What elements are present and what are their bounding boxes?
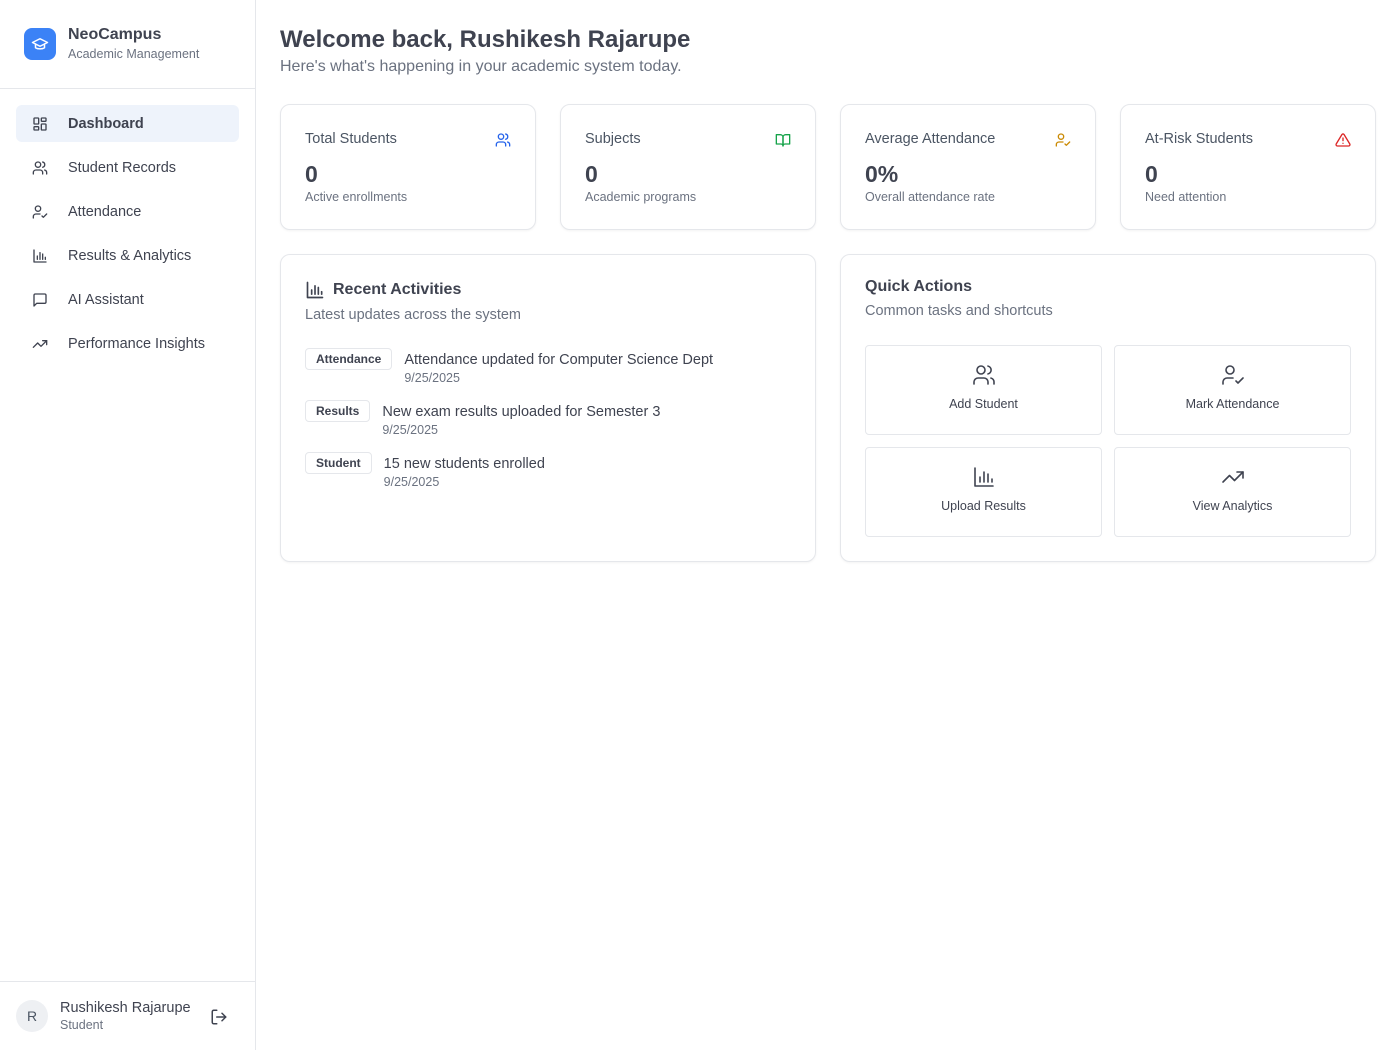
recent-activities-panel: Recent Activities Latest updates across … <box>280 254 816 562</box>
panel-subtitle: Common tasks and shortcuts <box>865 303 1053 319</box>
sidebar-nav: Dashboard Student Records Attendance Res… <box>0 89 255 385</box>
sidebar-item-label: Attendance <box>68 203 142 220</box>
brand-subtitle: Academic Management <box>68 47 200 61</box>
stat-value: 0 <box>1145 161 1158 187</box>
sidebar-item-label: Performance Insights <box>68 335 206 352</box>
button-label: Mark Attendance <box>1185 397 1280 411</box>
activity-badge: Student <box>305 452 372 474</box>
user-check-icon <box>1055 133 1071 147</box>
sidebar-item-performance-insights[interactable]: Performance Insights <box>16 325 239 362</box>
activity-text: New exam results uploaded for Semester 3 <box>382 404 661 420</box>
activity-date: 9/25/2025 <box>404 371 460 385</box>
stat-label: Total Students <box>305 131 397 147</box>
user-profile: R Rushikesh Rajarupe Student <box>0 981 255 1050</box>
stat-desc: Academic programs <box>585 190 697 204</box>
sidebar-item-label: AI Assistant <box>68 291 144 308</box>
book-open-icon <box>775 134 791 147</box>
list-item: Student 15 new students enrolled 9/25/20… <box>305 452 545 490</box>
stat-desc: Overall attendance rate <box>865 190 995 204</box>
sidebar-item-label: Dashboard <box>68 115 144 132</box>
page-subtitle: Here's what's happening in your academic… <box>280 58 682 75</box>
upload-results-button[interactable]: Upload Results <box>865 447 1102 537</box>
mark-attendance-button[interactable]: Mark Attendance <box>1114 345 1351 435</box>
stat-card-total-students: Total Students 0 Active enrollments <box>280 104 536 230</box>
panel-title: Quick Actions <box>865 278 972 295</box>
logout-icon[interactable] <box>210 1008 228 1026</box>
page-title: Welcome back, Rushikesh Rajarupe <box>280 26 691 53</box>
button-label: Upload Results <box>941 499 1026 513</box>
button-label: View Analytics <box>1192 499 1273 513</box>
activity-text: 15 new students enrolled <box>383 456 545 472</box>
message-square-icon <box>33 292 47 307</box>
user-name: Rushikesh Rajarupe <box>60 999 191 1016</box>
activity-badge: Results <box>305 400 371 422</box>
alert-triangle-icon <box>1335 133 1351 147</box>
trending-up-icon <box>1221 471 1244 483</box>
list-item: Results New exam results uploaded for Se… <box>305 400 661 438</box>
user-check-icon <box>32 204 48 219</box>
avatar: R <box>16 1000 48 1032</box>
graduation-cap-icon <box>24 28 56 60</box>
users-icon <box>32 160 48 175</box>
stat-label: At-Risk Students <box>1145 131 1253 147</box>
stat-card-average-attendance: Average Attendance 0% Overall attendance… <box>840 104 1096 230</box>
bar-chart-icon <box>973 467 994 487</box>
stat-desc: Need attention <box>1145 190 1227 204</box>
sidebar-item-student-records[interactable]: Student Records <box>16 149 239 186</box>
users-icon <box>495 133 511 147</box>
brand: NeoCampus Academic Management <box>0 0 255 89</box>
brand-name: NeoCampus <box>68 26 162 43</box>
stat-card-subjects: Subjects 0 Academic programs <box>560 104 816 230</box>
activity-text: Attendance updated for Computer Science … <box>404 352 714 368</box>
sidebar-item-dashboard[interactable]: Dashboard <box>16 105 239 142</box>
add-student-button[interactable]: Add Student <box>865 345 1102 435</box>
sidebar-item-results-analytics[interactable]: Results & Analytics <box>16 237 239 274</box>
stat-desc: Active enrollments <box>305 190 408 204</box>
activity-date: 9/25/2025 <box>382 423 438 437</box>
stat-card-at-risk-students: At-Risk Students 0 Need attention <box>1120 104 1376 230</box>
stat-value: 0% <box>865 161 899 187</box>
sidebar-item-label: Student Records <box>68 159 177 176</box>
stat-value: 0 <box>585 161 598 187</box>
button-label: Add Student <box>949 397 1018 411</box>
sidebar-item-attendance[interactable]: Attendance <box>16 193 239 230</box>
quick-actions-panel: Quick Actions Common tasks and shortcuts… <box>840 254 1376 562</box>
activity-date: 9/25/2025 <box>383 475 440 489</box>
view-analytics-button[interactable]: View Analytics <box>1114 447 1351 537</box>
dashboard-grid-icon <box>33 116 47 131</box>
trending-up-icon <box>32 339 48 348</box>
panel-title: Recent Activities <box>333 281 462 298</box>
bar-chart-icon <box>33 248 47 263</box>
user-role: Student <box>60 1017 104 1032</box>
sidebar-item-ai-assistant[interactable]: AI Assistant <box>16 281 239 318</box>
users-icon <box>972 365 995 385</box>
bar-chart-icon <box>306 281 324 299</box>
sidebar: NeoCampus Academic Management Dashboard … <box>0 0 256 1050</box>
activity-badge: Attendance <box>305 348 393 370</box>
user-check-icon <box>1221 365 1244 385</box>
panel-subtitle: Latest updates across the system <box>305 307 521 323</box>
stat-label: Subjects <box>585 131 641 147</box>
stat-label: Average Attendance <box>865 131 996 147</box>
stat-value: 0 <box>305 161 318 187</box>
sidebar-item-label: Results & Analytics <box>68 247 192 264</box>
list-item: Attendance Attendance updated for Comput… <box>305 348 714 386</box>
